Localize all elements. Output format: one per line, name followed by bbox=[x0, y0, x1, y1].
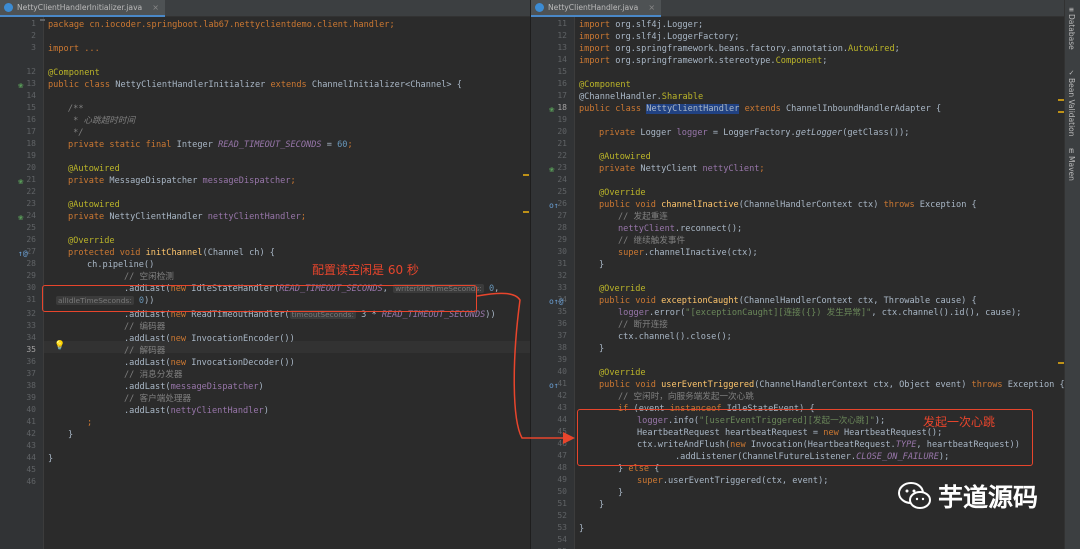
tool-window-database[interactable]: Database bbox=[1067, 14, 1076, 50]
maven-icon: m bbox=[1069, 146, 1074, 155]
bean-validation-icon: ✓ bbox=[1069, 68, 1074, 77]
tool-window-maven[interactable]: Maven bbox=[1067, 156, 1076, 181]
tool-window-bean-validation[interactable]: Bean Validation bbox=[1067, 78, 1076, 137]
watermark: 芋道源码 bbox=[898, 478, 1038, 514]
watermark-text: 芋道源码 bbox=[938, 483, 1039, 512]
right-tool-window-bar: ≡ Database ✓ Bean Validation m Maven bbox=[1064, 0, 1080, 549]
database-icon: ≡ bbox=[1069, 5, 1074, 14]
wechat-icon bbox=[898, 482, 931, 509]
callout-arrow bbox=[476, 292, 575, 444]
